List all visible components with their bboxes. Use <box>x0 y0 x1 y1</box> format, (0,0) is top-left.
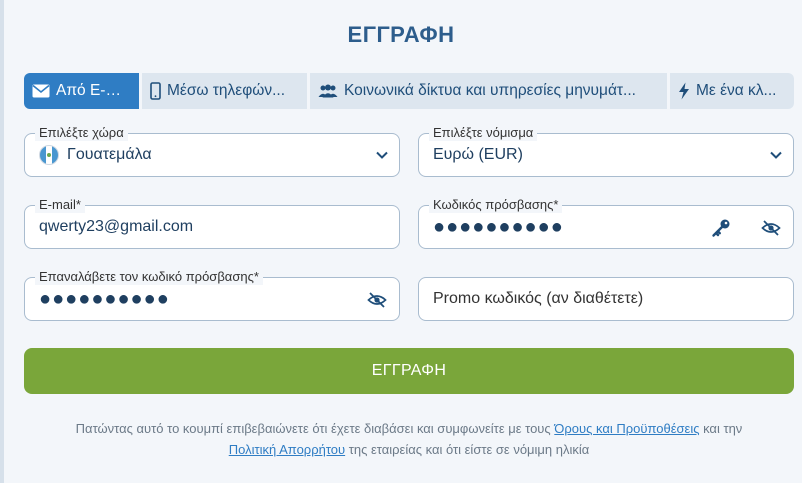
country-value: Γουατεμάλα <box>67 146 152 163</box>
country-value-wrap: Γουατεμάλα <box>39 134 152 176</box>
eye-slash-icon[interactable] <box>367 290 387 310</box>
users-icon <box>318 84 338 98</box>
tab-one-click[interactable]: Με ένα κλ... <box>670 73 794 109</box>
terms-link[interactable]: Όρους και Προϋποθέσεις <box>554 421 699 436</box>
envelope-icon <box>32 84 50 98</box>
legal-text-1: Πατώντας αυτό το κουμπί επιβεβαιώνετε ότ… <box>75 421 555 436</box>
page-title: ΕΓΓΡΑΦΗ <box>347 22 455 47</box>
legal-text-2: και την <box>699 421 743 436</box>
currency-select[interactable]: Επιλέξτε νόμισμα Ευρώ (EUR) <box>418 125 794 177</box>
password-field[interactable]: Κωδικός πρόσβασης* ●●●●●●●●●● <box>418 197 794 249</box>
email-value: qwerty23@gmail.com <box>39 218 194 235</box>
tab-label: Από E-m... <box>56 82 131 99</box>
password-value: ●●●●●●●●●● <box>433 215 564 238</box>
tab-label: Με ένα κλ... <box>696 82 777 99</box>
chevron-down-icon <box>770 151 782 159</box>
lightning-icon <box>679 82 689 100</box>
tab-phone[interactable]: Μέσω τηλεφών... <box>142 73 307 109</box>
promo-code-field[interactable]: Promo κωδικός (αν διαθέτετε) <box>418 277 794 321</box>
chevron-down-icon <box>376 151 388 159</box>
eye-slash-icon[interactable] <box>761 218 781 238</box>
guatemala-flag-icon <box>39 145 59 165</box>
tab-label: Κοινωνικά δίκτυα και υπηρεσίες μηνυμάτ..… <box>344 82 636 99</box>
legal-text-3: της εταιρείας και ότι είστε σε νόμιμη ηλ… <box>345 442 590 457</box>
left-edge <box>0 0 4 483</box>
phone-icon <box>150 82 161 100</box>
confirm-password-value: ●●●●●●●●●● <box>39 287 170 310</box>
currency-value: Ευρώ (EUR) <box>433 146 523 163</box>
privacy-policy-link[interactable]: Πολιτική Απορρήτου <box>229 442 345 457</box>
tab-label: Μέσω τηλεφών... <box>167 82 286 99</box>
tab-email[interactable]: Από E-m... <box>24 73 139 109</box>
registration-tabs: Από E-m... Μέσω τηλεφών... Κοινωνικά δίκ… <box>24 73 794 109</box>
key-icon[interactable] <box>711 218 731 238</box>
register-button[interactable]: ΕΓΓΡΑΦΗ <box>24 348 794 394</box>
country-select[interactable]: Επιλέξτε χώρα Γουατεμάλα <box>24 125 400 177</box>
confirm-password-field[interactable]: Επαναλάβετε τον κωδικό πρόσβασης* ●●●●●●… <box>24 269 400 321</box>
legal-notice: Πατώντας αυτό το κουμπί επιβεβαιώνετε ότ… <box>24 418 794 460</box>
promo-placeholder: Promo κωδικός (αν διαθέτετε) <box>433 290 644 307</box>
tab-social[interactable]: Κοινωνικά δίκτυα και υπηρεσίες μηνυμάτ..… <box>310 73 667 109</box>
email-field[interactable]: E-mail* qwerty23@gmail.com <box>24 197 400 249</box>
